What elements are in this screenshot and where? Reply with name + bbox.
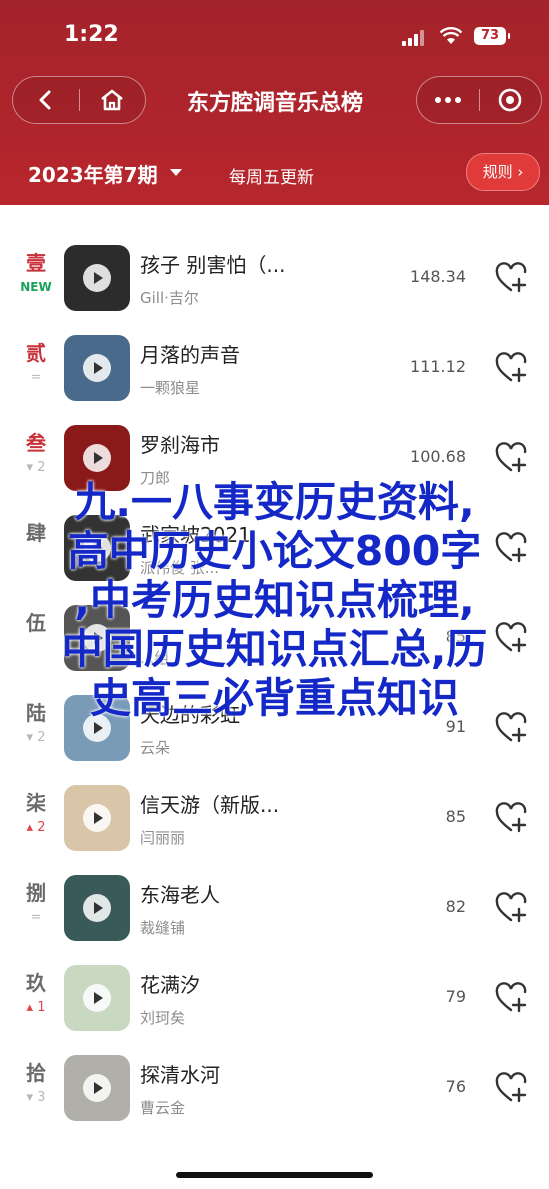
heart-plus-icon[interactable] <box>494 1071 528 1105</box>
list-item[interactable]: 贰 = 月落的声音一颗狼星 111.12 <box>0 329 549 419</box>
album-cover[interactable] <box>64 335 130 401</box>
rank-trend: ▴ 2 <box>26 820 46 835</box>
home-button[interactable] <box>79 77 145 123</box>
album-cover[interactable] <box>64 245 130 311</box>
song-title: 信天游（新版... <box>140 793 280 817</box>
artist-name: 曹云金 <box>140 1099 186 1117</box>
play-icon[interactable] <box>83 984 111 1012</box>
rank-trend: NEW <box>20 280 52 294</box>
artist-name: 闫丽丽 <box>140 829 186 847</box>
overlay-line: 史高三必背重点知识 <box>90 674 459 722</box>
heart-plus-icon[interactable] <box>494 801 528 835</box>
album-cover[interactable] <box>64 1055 130 1121</box>
score-value: 100.68 <box>410 447 466 466</box>
rank-trend: = <box>30 370 42 385</box>
status-time: 1:22 <box>64 22 119 47</box>
score-value: 82 <box>445 897 466 916</box>
update-note: 每周五更新 <box>229 168 314 188</box>
song-title: 东海老人 <box>140 883 220 907</box>
home-icon <box>101 89 123 111</box>
song-title: 探清水河 <box>140 1063 220 1087</box>
heart-plus-icon[interactable] <box>494 351 528 385</box>
score-value: 85 <box>445 807 466 826</box>
play-icon[interactable] <box>83 894 111 922</box>
heart-plus-icon[interactable] <box>494 261 528 295</box>
status-bar: 1:22 73 <box>0 20 549 54</box>
issue-selector[interactable]: 2023年第7期 <box>28 159 158 188</box>
heart-plus-icon[interactable] <box>494 981 528 1015</box>
overlay-line: 中国历史知识点汇总,历 <box>61 625 488 673</box>
signal-icon <box>402 30 428 46</box>
score-value: 148.34 <box>410 267 466 286</box>
list-item[interactable]: 玖 ▴ 1 花满汐刘珂矣 79 <box>0 959 549 1049</box>
list-item[interactable]: 壹 NEW 孩子 别害怕（... Gill·吉尔 148.34 <box>0 239 549 329</box>
rank-number: 壹 <box>26 251 46 275</box>
list-item[interactable]: 拾 ▾ 3 探清水河曹云金 76 <box>0 1049 549 1139</box>
play-icon[interactable] <box>83 1074 111 1102</box>
back-button[interactable] <box>13 77 79 123</box>
artist-name: 云朵 <box>140 739 171 757</box>
play-icon[interactable] <box>83 264 111 292</box>
capsule-menu <box>416 76 542 124</box>
rank-number: 玖 <box>26 971 46 995</box>
album-cover[interactable] <box>64 965 130 1031</box>
home-indicator[interactable] <box>176 1172 373 1178</box>
artist-name: Gill·吉尔 <box>140 289 199 307</box>
wifi-icon <box>440 27 462 44</box>
rank-number: 柒 <box>26 791 46 815</box>
artist-name: 裁缝铺 <box>140 919 186 937</box>
rank-number: 拾 <box>26 1061 46 1085</box>
rank-trend: ▾ 3 <box>26 1090 46 1105</box>
heart-plus-icon[interactable] <box>494 441 528 475</box>
rank-trend: ▾ 2 <box>26 460 46 475</box>
album-cover[interactable] <box>64 875 130 941</box>
score-value: 76 <box>445 1077 466 1096</box>
list-item[interactable]: 柒 ▴ 2 信天游（新版... 闫丽丽 85 <box>0 779 549 869</box>
score-value: 111.12 <box>410 357 466 376</box>
target-icon <box>498 88 522 112</box>
battery-icon: 73 <box>474 27 510 45</box>
close-miniprogram-button[interactable] <box>479 77 541 123</box>
play-icon[interactable] <box>83 804 111 832</box>
rank-trend: ▴ 1 <box>26 1000 46 1015</box>
song-title: 罗刹海市 <box>140 433 220 457</box>
album-cover[interactable] <box>64 785 130 851</box>
rank-number: 贰 <box>26 341 46 365</box>
chevron-left-icon <box>39 90 51 110</box>
caret-down-icon[interactable] <box>170 169 182 176</box>
rank-trend: = <box>30 910 42 925</box>
song-title: 孩子 别害怕（... <box>140 253 286 277</box>
more-dots-icon <box>435 97 461 103</box>
overlay-line: 九.一八事变历史资料, <box>74 478 475 526</box>
play-icon[interactable] <box>83 444 111 472</box>
heart-plus-icon[interactable] <box>494 891 528 925</box>
rank-number: 捌 <box>26 881 46 905</box>
list-item[interactable]: 捌 = 东海老人裁缝铺 82 <box>0 869 549 959</box>
overlay-line: 高中历史小论文800字 <box>67 527 482 575</box>
more-button[interactable] <box>417 77 479 123</box>
overlay-text: 九.一八事变历史资料, 高中历史小论文800字 ,中考历史知识点梳理, 中国历史知识点… <box>0 478 549 723</box>
artist-name: 刘珂矣 <box>140 1009 186 1027</box>
page-title: 东方腔调音乐总榜 <box>186 91 363 116</box>
song-title: 月落的声音 <box>140 343 240 367</box>
rank-trend: ▾ 2 <box>26 730 46 745</box>
nav-pill <box>12 76 146 124</box>
score-value: 79 <box>445 987 466 1006</box>
song-title: 花满汐 <box>140 973 200 997</box>
rank-number: 叁 <box>26 431 46 455</box>
play-icon[interactable] <box>83 354 111 382</box>
artist-name: 一颗狼星 <box>140 379 201 397</box>
rules-button[interactable]: 规则 › <box>466 153 540 191</box>
header-bar: 1:22 73 东方腔调音乐总榜 2023年第7期 每周五更新 规则 › <box>0 0 549 205</box>
overlay-line: ,中考历史知识点梳理, <box>74 576 475 624</box>
